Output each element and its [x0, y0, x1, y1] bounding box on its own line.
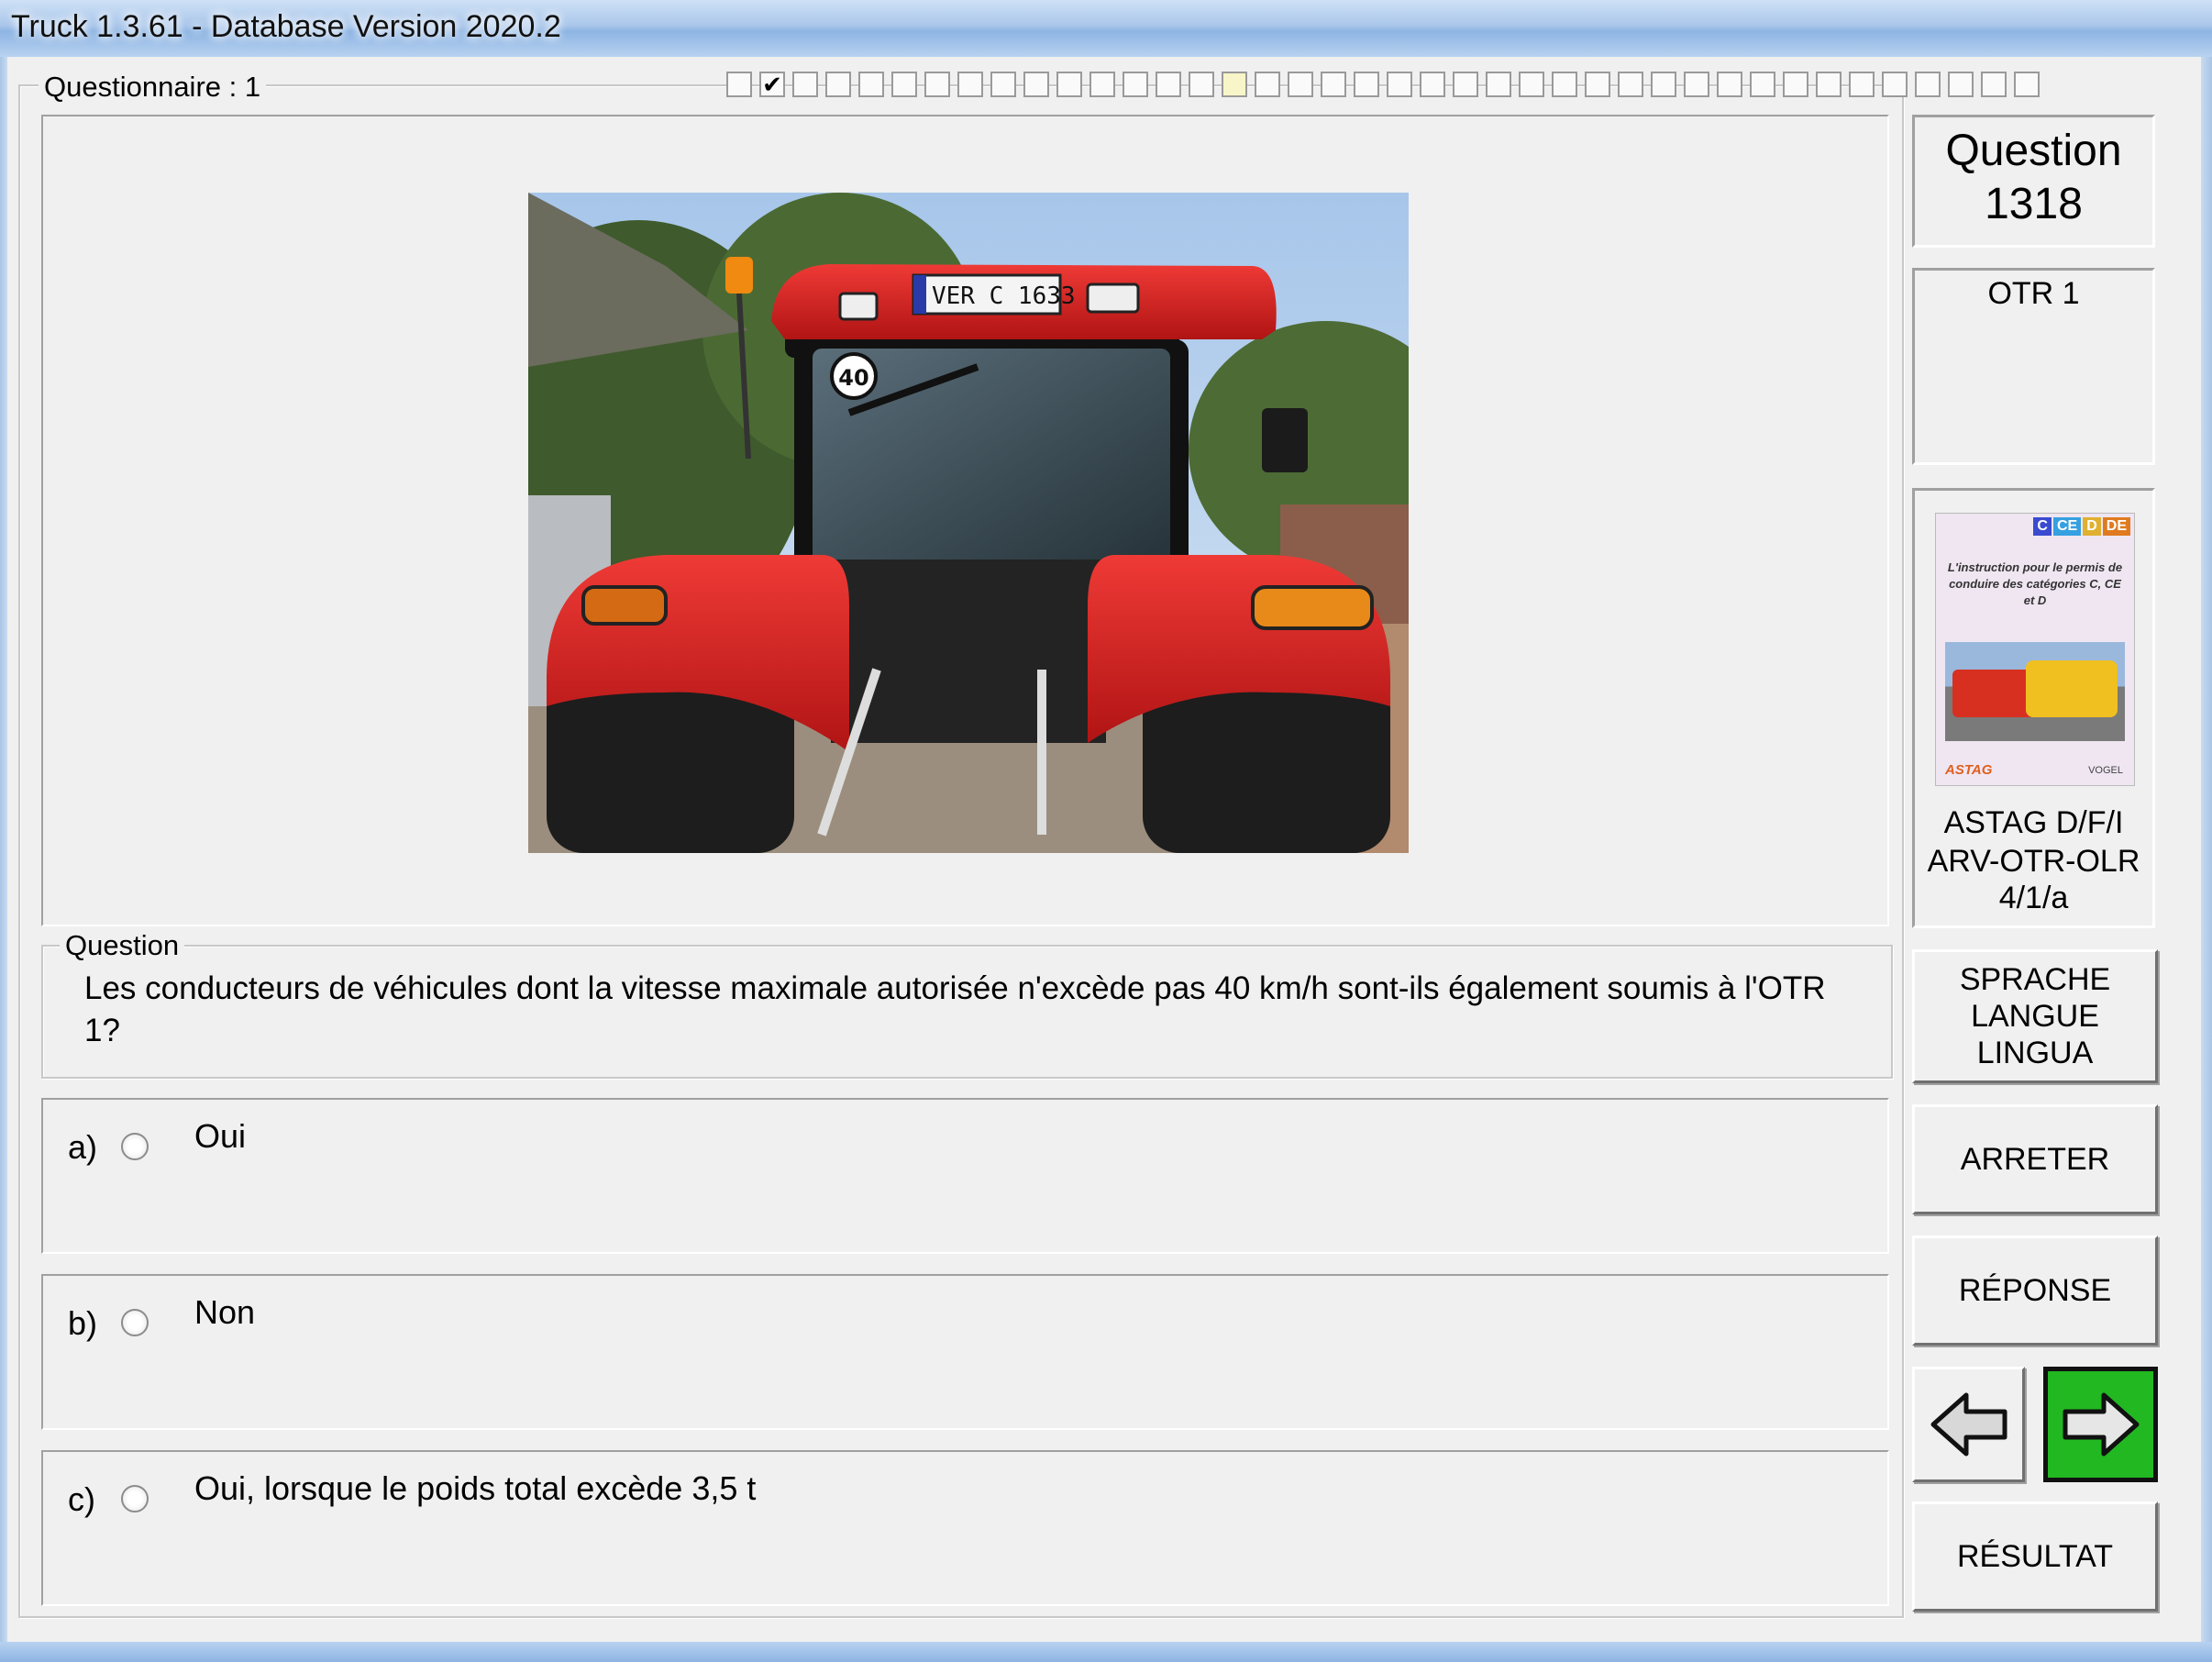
stop-button-label: ARRETER — [1960, 1142, 2110, 1177]
window-bottom-border — [0, 1642, 2212, 1662]
progress-box — [1453, 72, 1478, 97]
progress-box — [1882, 72, 1908, 97]
stop-button[interactable]: ARRETER — [1912, 1104, 2158, 1214]
progress-box — [1783, 72, 1808, 97]
answer-button[interactable]: RÉPONSE — [1912, 1235, 2158, 1346]
next-button[interactable] — [2043, 1367, 2158, 1482]
reference-box: C CE D DE L'instruction pour le permis d… — [1912, 488, 2155, 928]
progress-box — [1849, 72, 1875, 97]
question-number: 1318 — [1985, 180, 2083, 228]
previous-button[interactable] — [1912, 1367, 2025, 1482]
book-publisher: VOGEL — [2088, 765, 2123, 776]
result-button[interactable]: RÉSULTAT — [1912, 1501, 2158, 1612]
progress-box — [1156, 72, 1181, 97]
answer-radio-a[interactable] — [121, 1133, 149, 1160]
progress-box — [990, 72, 1016, 97]
answer-text-c[interactable]: Oui, lorsque le poids total excède 3,5 t — [194, 1469, 756, 1508]
checkmark-icon: ✔ — [762, 71, 782, 98]
progress-box — [1486, 72, 1511, 97]
answer-letter-c: c) — [68, 1480, 95, 1518]
progress-box — [792, 72, 818, 97]
progress-box — [1354, 72, 1379, 97]
progress-box — [891, 72, 917, 97]
question-title: Question — [1945, 127, 2122, 175]
answer-text-b[interactable]: Non — [194, 1293, 255, 1332]
book-cover-text: L'instruction pour le permis de conduire… — [1947, 560, 2123, 607]
progress-box — [1420, 72, 1445, 97]
progress-box — [1056, 72, 1082, 97]
reference-line-1: ASTAG D/F/I — [1943, 805, 2124, 840]
progress-box — [1288, 72, 1313, 97]
tractor-image: VER C 1633 40 — [528, 193, 1409, 853]
answer-button-label: RÉPONSE — [1958, 1273, 2112, 1308]
title-bar: Truck 1.3.61 - Database Version 2020.2 — [0, 0, 2212, 59]
progress-box — [1519, 72, 1544, 97]
arrow-right-icon — [2063, 1392, 2139, 1457]
progress-box — [1222, 72, 1247, 97]
progress-boxes: ✔ — [726, 72, 2040, 99]
progress-box — [957, 72, 983, 97]
progress-box — [1717, 72, 1742, 97]
reference-line-2: ARV-OTR-OLR — [1927, 844, 2140, 879]
progress-box — [1816, 72, 1841, 97]
book-tag-d: D — [2083, 517, 2101, 536]
language-button[interactable]: SPRACHE LANGUE LINGUA — [1912, 949, 2158, 1083]
language-label-de: SPRACHE — [1959, 962, 2111, 997]
answer-letter-b: b) — [68, 1304, 98, 1342]
category-box: OTR 1 — [1912, 268, 2155, 465]
book-cover-photo — [1945, 642, 2125, 741]
answer-text-a[interactable]: Oui — [194, 1117, 246, 1156]
progress-box — [2014, 72, 2040, 97]
progress-box — [1750, 72, 1775, 97]
progress-box — [1618, 72, 1643, 97]
book-tag-de: DE — [2102, 517, 2130, 536]
progress-box — [1552, 72, 1577, 97]
progress-box — [1981, 72, 2007, 97]
language-label-it: LINGUA — [1976, 1036, 2094, 1070]
book-tag-ce: CE — [2052, 517, 2082, 536]
progress-box — [1684, 72, 1709, 97]
answer-letter-a: a) — [68, 1128, 98, 1166]
book-tag-c: C — [2033, 517, 2052, 536]
progress-box — [924, 72, 950, 97]
progress-box — [1089, 72, 1115, 97]
question-number-box: Question 1318 — [1912, 115, 2155, 248]
progress-box — [1321, 72, 1346, 97]
progress-box — [1023, 72, 1049, 97]
window-title: Truck 1.3.61 - Database Version 2020.2 — [11, 9, 561, 44]
result-button-label: RÉSULTAT — [1956, 1539, 2114, 1574]
progress-box — [1651, 72, 1676, 97]
speed-sign: 40 — [838, 365, 868, 391]
answer-radio-c[interactable] — [121, 1485, 149, 1512]
book-brand: ASTAG — [1945, 762, 1993, 778]
question-photo: VER C 1633 40 — [528, 193, 1409, 853]
license-plate: VER C 1633 — [932, 283, 1076, 310]
progress-box — [1189, 72, 1214, 97]
progress-box — [858, 72, 884, 97]
category-label: OTR 1 — [1987, 276, 2080, 311]
reference-line-3: 4/1/a — [1998, 881, 2069, 915]
arrow-left-icon — [1930, 1392, 2007, 1457]
progress-box — [1255, 72, 1280, 97]
progress-box — [1123, 72, 1148, 97]
questionnaire-label: Questionnaire : 1 — [39, 71, 267, 104]
progress-box — [1915, 72, 1941, 97]
question-text: Les conducteurs de véhicules dont la vit… — [84, 970, 1826, 1048]
answer-panel-b[interactable] — [41, 1274, 1889, 1430]
progress-box: ✔ — [759, 72, 785, 97]
progress-box — [1948, 72, 1974, 97]
progress-box — [726, 72, 752, 97]
progress-box — [825, 72, 851, 97]
question-label: Question — [60, 929, 185, 962]
answer-panel-a[interactable] — [41, 1098, 1889, 1254]
language-label-fr: LANGUE — [1971, 999, 2099, 1034]
progress-box — [1387, 72, 1412, 97]
book-cover: C CE D DE L'instruction pour le permis d… — [1935, 513, 2135, 786]
answer-radio-b[interactable] — [121, 1309, 149, 1336]
progress-box — [1585, 72, 1610, 97]
book-cover-tags: C CE D DE — [2033, 517, 2130, 536]
